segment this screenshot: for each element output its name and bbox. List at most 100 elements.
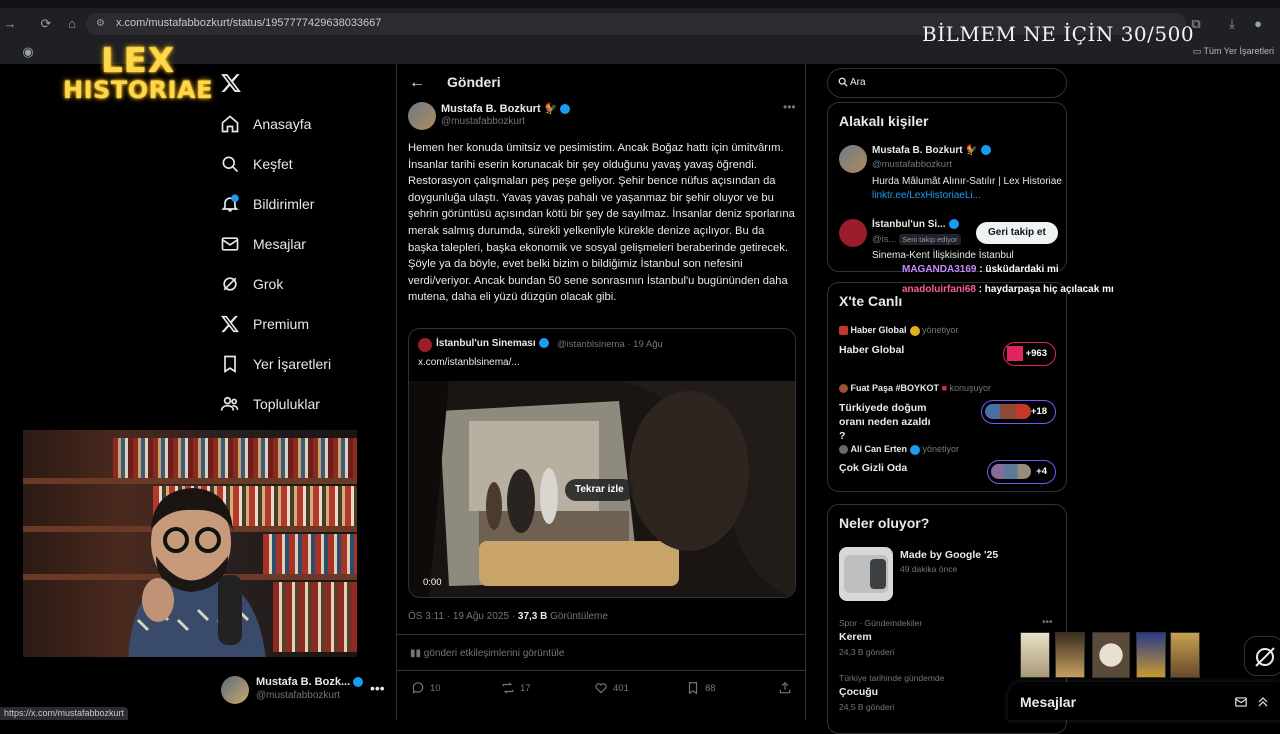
person-bio-link[interactable]: linktr.ee/LexHistoriaeLi... (872, 190, 981, 201)
account-avatar[interactable] (221, 676, 249, 704)
verified-badge-icon (948, 219, 959, 230)
live-listeners[interactable]: +18 (981, 400, 1056, 424)
stream-counter-overlay: BİLMEM NE İÇİN 30/500 (922, 22, 1195, 46)
people-icon (220, 396, 239, 411)
nav-explore[interactable]: Keşfet (220, 149, 293, 179)
replay-button[interactable]: Tekrar izle (565, 479, 634, 501)
trend-category: Türkiye tarihinde gündemde (839, 673, 945, 683)
like-button[interactable]: 401 (594, 681, 629, 695)
person-handle: @is... Seni takip ediyor (872, 234, 961, 245)
quote-link[interactable]: x.com/istanblsinema/... (418, 357, 520, 368)
search-input[interactable]: Ara (827, 68, 1067, 98)
url-text: x.com/mustafabbozkurt/status/19577774296… (116, 17, 382, 29)
tab-strip (0, 0, 1280, 8)
back-arrow-icon[interactable]: ← (409, 74, 425, 92)
follow-back-button[interactable]: Geri takip et (976, 222, 1058, 244)
share-button[interactable] (778, 681, 797, 695)
live-host-name: Fuat Paşa #BOYKOT (850, 383, 940, 393)
trend-title[interactable]: Çocuğu (839, 686, 878, 698)
person-name[interactable]: İstanbul'un Si... (872, 219, 959, 230)
chat-text: : üsküdardaki mi (976, 264, 1059, 275)
trend-more-icon[interactable]: ••• (1042, 617, 1053, 628)
all-bookmarks-link[interactable]: ▭ Tüm Yer İşaretleri (1193, 46, 1274, 57)
verified-badge-icon (560, 104, 571, 115)
grok-button[interactable] (1244, 636, 1280, 676)
live-space-title[interactable]: Türkiyede doğum oranı neden azaldı ? (839, 401, 939, 443)
person-avatar[interactable] (839, 219, 867, 247)
messages-drawer[interactable]: Mesajlar (1008, 682, 1280, 720)
nav-messages[interactable]: Mesajlar (220, 229, 306, 259)
live-listeners[interactable]: +4 (987, 460, 1056, 484)
search-icon (838, 77, 848, 87)
author-name[interactable]: Mustafa B. Bozkurt 🐓 (441, 102, 571, 115)
nav-communities[interactable]: Topluluklar (220, 389, 320, 419)
live-count: +4 (1036, 466, 1047, 477)
x-icon (221, 315, 239, 333)
nav-bookmarks-label: Yer İşaretleri (253, 356, 332, 372)
nav-bookmarks[interactable]: Yer İşaretleri (220, 349, 331, 379)
author-avatar[interactable] (408, 102, 436, 130)
nav-premium[interactable]: Premium (220, 309, 309, 339)
live-host[interactable]: Haber Global yönetiyor (839, 325, 959, 336)
google-event-thumbnail[interactable] (839, 547, 893, 601)
views-label: Görüntüleme (547, 611, 608, 622)
live-host[interactable]: Ali Can Erten yönetiyor (839, 444, 959, 455)
live-host[interactable]: Fuat Paşa #BOYKOT ■ konuşuyor (839, 383, 992, 394)
nav-home[interactable]: Anasayfa (220, 109, 311, 139)
verified-badge-icon (353, 677, 364, 688)
made-by-google-graphic (844, 555, 888, 593)
trend-meta: 49 dakika önce (900, 564, 958, 574)
chat-username: MAGANDA3169 (902, 264, 977, 275)
live-host-name: Ali Can Erten (850, 444, 908, 454)
account-name-text: Mustafa B. Bozk... (256, 676, 351, 688)
download-icon[interactable]: ⤓ (1224, 16, 1240, 32)
search-placeholder: Ara (850, 77, 866, 88)
trends-title: Neler oluyor? (839, 515, 930, 531)
trend-title[interactable]: Kerem (839, 631, 872, 643)
post-timestamp[interactable]: ÖS 3:11 · 19 Ağu 2025 · (408, 611, 518, 622)
account-name[interactable]: Mustafa B. Bozk... (256, 676, 364, 688)
live-space-title[interactable]: Çok Gizli Oda (839, 461, 907, 475)
new-message-icon[interactable] (1234, 695, 1248, 709)
haber-global-logo (1007, 346, 1023, 361)
bookshelf-row (263, 534, 357, 574)
site-info-icon[interactable]: ⚙ (96, 18, 108, 30)
bookmark-button[interactable]: 88 (686, 681, 716, 695)
reply-count: 10 (430, 682, 441, 694)
bookmark-app-icon[interactable]: ◉ (20, 44, 36, 60)
repost-icon (502, 682, 514, 694)
nav-grok[interactable]: Grok (220, 269, 283, 299)
video-player[interactable]: Tekrar izle 0:00 (409, 381, 795, 597)
home-browser-icon[interactable]: ⌂ (64, 16, 80, 32)
person-bio-text: Hurda Mâlumât Alınır-Satılır | Lex Histo… (872, 176, 1062, 187)
post-more-icon[interactable]: ••• (783, 100, 796, 114)
nav-notifications-label: Bildirimler (253, 196, 315, 212)
account-handle: @mustafabbozkurt (256, 690, 341, 701)
quoted-post[interactable]: İstanbul'un Sineması @istanblsinema · 19… (408, 328, 796, 598)
trend-title[interactable]: Made by Google '25 (900, 549, 998, 561)
profile-icon[interactable]: ● (1250, 16, 1266, 32)
repost-button[interactable]: 17 (501, 681, 531, 695)
person-avatar[interactable] (839, 145, 867, 173)
live-space-title[interactable]: Haber Global (839, 343, 904, 357)
live-host-role: yönetiyor (919, 325, 959, 335)
chevron-up-icon[interactable] (1256, 695, 1270, 709)
nav-notifications[interactable]: Bildirimler (220, 189, 314, 219)
grok-icon (1255, 647, 1275, 667)
logo-line1: LEX (100, 41, 176, 81)
reply-button[interactable]: 10 (411, 681, 441, 695)
person-name[interactable]: Mustafa B. Bozkurt 🐓 (872, 145, 991, 156)
lex-historiae-logo: LEX HISTORIAE (58, 44, 218, 102)
author-handle[interactable]: @mustafabbozkurt (441, 116, 525, 127)
view-engagements-link[interactable]: ▮▮ gönderi etkileşimlerini görüntüle (410, 648, 564, 659)
forward-icon[interactable]: → (2, 16, 18, 32)
live-listeners[interactable]: +963 (1003, 342, 1056, 366)
account-more-icon[interactable]: ••• (370, 680, 385, 696)
x-logo-icon[interactable] (220, 72, 242, 94)
book-cover (1092, 632, 1130, 678)
bell-icon (221, 194, 239, 212)
share-icon (779, 681, 791, 694)
reload-icon[interactable]: ⟳ (38, 16, 54, 32)
post-meta: ÖS 3:11 · 19 Ağu 2025 · 37,3 B Görüntüle… (408, 611, 608, 622)
live-host-role: konuşuyor (947, 383, 992, 393)
